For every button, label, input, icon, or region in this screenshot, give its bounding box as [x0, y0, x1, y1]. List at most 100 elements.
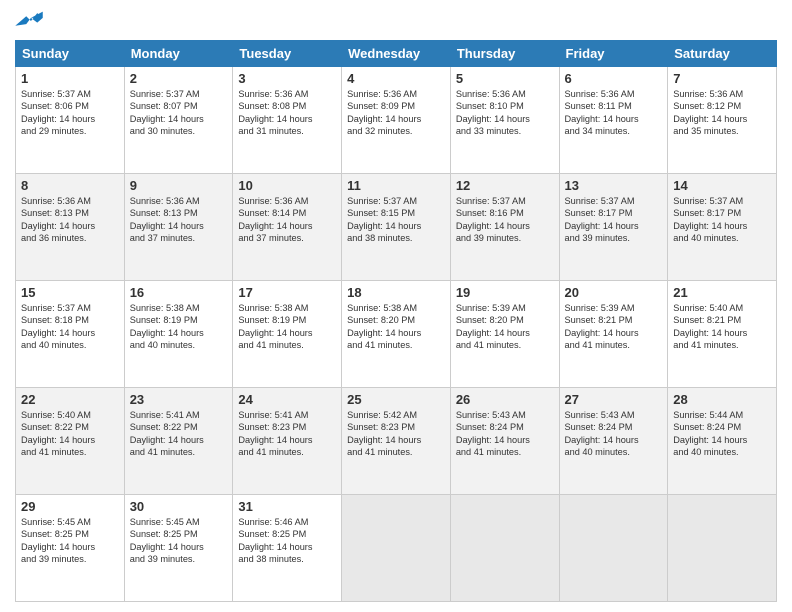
calendar-cell: 1Sunrise: 5:37 AM Sunset: 8:06 PM Daylig…	[16, 67, 125, 174]
cell-content: Sunrise: 5:42 AM Sunset: 8:23 PM Dayligh…	[347, 409, 445, 459]
calendar-cell: 5 Sunrise: 5:36 AM Sunset: 8:10 PM Daylig…	[450, 67, 559, 174]
cell-content: Sunrise: 5:41 AM Sunset: 8:22 PM Dayligh…	[130, 409, 228, 459]
day-number: 31	[238, 499, 336, 514]
day-header-sunday: Sunday	[16, 41, 125, 67]
day-number: 2	[130, 71, 228, 86]
calendar-cell	[559, 495, 668, 602]
calendar-cell: 16Sunrise: 5:38 AM Sunset: 8:19 PM Dayli…	[124, 281, 233, 388]
calendar-cell: 15 Sunrise: 5:37 AM Sunset: 8:18 PM Dayli…	[16, 281, 125, 388]
calendar-cell: 24 Sunrise: 5:41 AM Sunset: 8:23 PM Dayli…	[233, 388, 342, 495]
logo	[15, 10, 47, 32]
day-number: 19	[456, 285, 554, 300]
cell-content: Sunrise: 5:36 AM Sunset: 8:10 PM Dayligh…	[456, 88, 554, 138]
cell-content: Sunrise: 5:37 AM Sunset: 8:17 PM Dayligh…	[565, 195, 663, 245]
cell-content: Sunrise: 5:39 AM Sunset: 8:20 PM Dayligh…	[456, 302, 554, 352]
day-header-saturday: Saturday	[668, 41, 777, 67]
day-number: 18	[347, 285, 445, 300]
day-header-thursday: Thursday	[450, 41, 559, 67]
day-header-friday: Friday	[559, 41, 668, 67]
calendar-cell: 31 Sunrise: 5:46 AM Sunset: 8:25 PM Dayli…	[233, 495, 342, 602]
cell-content: Sunrise: 5:37 AM Sunset: 8:18 PM Dayligh…	[21, 302, 119, 352]
logo-icon	[15, 10, 43, 32]
cell-content: Sunrise: 5:46 AM Sunset: 8:25 PM Dayligh…	[238, 516, 336, 566]
cell-content: Sunrise: 5:37 AM Sunset: 8:06 PM Dayligh…	[21, 88, 119, 138]
calendar-cell: 23 Sunrise: 5:41 AM Sunset: 8:22 PM Dayli…	[124, 388, 233, 495]
header	[15, 10, 777, 32]
day-number: 14	[673, 178, 771, 193]
calendar-cell	[668, 495, 777, 602]
day-number: 10	[238, 178, 336, 193]
calendar-cell: 12 Sunrise: 5:37 AM Sunset: 8:16 PM Dayli…	[450, 174, 559, 281]
calendar-cell: 30 Sunrise: 5:45 AM Sunset: 8:25 PM Dayli…	[124, 495, 233, 602]
day-number: 21	[673, 285, 771, 300]
page: SundayMondayTuesdayWednesdayThursdayFrid…	[0, 0, 792, 612]
cell-content: Sunrise: 5:37 AM Sunset: 8:17 PM Dayligh…	[673, 195, 771, 245]
calendar-header-row: SundayMondayTuesdayWednesdayThursdayFrid…	[16, 41, 777, 67]
cell-content: Sunrise: 5:45 AM Sunset: 8:25 PM Dayligh…	[130, 516, 228, 566]
day-number: 28	[673, 392, 771, 407]
day-number: 4	[347, 71, 445, 86]
day-number: 5	[456, 71, 554, 86]
day-number: 26	[456, 392, 554, 407]
calendar-cell: 18 Sunrise: 5:38 AM Sunset: 8:20 PM Dayli…	[342, 281, 451, 388]
cell-content: Sunrise: 5:43 AM Sunset: 8:24 PM Dayligh…	[456, 409, 554, 459]
day-number: 6	[565, 71, 663, 86]
cell-content: Sunrise: 5:36 AM Sunset: 8:12 PM Dayligh…	[673, 88, 771, 138]
day-number: 12	[456, 178, 554, 193]
day-number: 24	[238, 392, 336, 407]
day-number: 3	[238, 71, 336, 86]
day-header-monday: Monday	[124, 41, 233, 67]
day-number: 15	[21, 285, 119, 300]
calendar-cell: 29 Sunrise: 5:45 AM Sunset: 8:25 PM Dayli…	[16, 495, 125, 602]
day-number: 29	[21, 499, 119, 514]
cell-content: Sunrise: 5:45 AM Sunset: 8:25 PM Dayligh…	[21, 516, 119, 566]
day-number: 25	[347, 392, 445, 407]
calendar-week-3: 15 Sunrise: 5:37 AM Sunset: 8:18 PM Dayli…	[16, 281, 777, 388]
calendar-body: 1Sunrise: 5:37 AM Sunset: 8:06 PM Daylig…	[16, 67, 777, 602]
day-number: 23	[130, 392, 228, 407]
day-number: 9	[130, 178, 228, 193]
cell-content: Sunrise: 5:40 AM Sunset: 8:21 PM Dayligh…	[673, 302, 771, 352]
calendar-cell: 19 Sunrise: 5:39 AM Sunset: 8:20 PM Dayli…	[450, 281, 559, 388]
calendar-cell: 4 Sunrise: 5:36 AM Sunset: 8:09 PM Daylig…	[342, 67, 451, 174]
cell-content: Sunrise: 5:36 AM Sunset: 8:13 PM Dayligh…	[21, 195, 119, 245]
day-number: 17	[238, 285, 336, 300]
cell-content: Sunrise: 5:36 AM Sunset: 8:09 PM Dayligh…	[347, 88, 445, 138]
calendar-cell: 25 Sunrise: 5:42 AM Sunset: 8:23 PM Dayli…	[342, 388, 451, 495]
calendar-cell	[450, 495, 559, 602]
calendar-cell: 21 Sunrise: 5:40 AM Sunset: 8:21 PM Dayli…	[668, 281, 777, 388]
day-number: 13	[565, 178, 663, 193]
cell-content: Sunrise: 5:38 AM Sunset: 8:19 PM Dayligh…	[238, 302, 336, 352]
cell-content: Sunrise: 5:38 AM Sunset: 8:19 PM Dayligh…	[130, 302, 228, 352]
calendar-cell: 11Sunrise: 5:37 AM Sunset: 8:15 PM Dayli…	[342, 174, 451, 281]
calendar-cell: 8Sunrise: 5:36 AM Sunset: 8:13 PM Daylig…	[16, 174, 125, 281]
calendar-cell: 14 Sunrise: 5:37 AM Sunset: 8:17 PM Dayli…	[668, 174, 777, 281]
cell-content: Sunrise: 5:39 AM Sunset: 8:21 PM Dayligh…	[565, 302, 663, 352]
calendar-cell: 2 Sunrise: 5:37 AM Sunset: 8:07 PM Daylig…	[124, 67, 233, 174]
calendar-cell: 9Sunrise: 5:36 AM Sunset: 8:13 PM Daylig…	[124, 174, 233, 281]
cell-content: Sunrise: 5:38 AM Sunset: 8:20 PM Dayligh…	[347, 302, 445, 352]
cell-content: Sunrise: 5:43 AM Sunset: 8:24 PM Dayligh…	[565, 409, 663, 459]
cell-content: Sunrise: 5:36 AM Sunset: 8:08 PM Dayligh…	[238, 88, 336, 138]
calendar-cell: 27 Sunrise: 5:43 AM Sunset: 8:24 PM Dayli…	[559, 388, 668, 495]
cell-content: Sunrise: 5:37 AM Sunset: 8:07 PM Dayligh…	[130, 88, 228, 138]
day-number: 30	[130, 499, 228, 514]
cell-content: Sunrise: 5:36 AM Sunset: 8:14 PM Dayligh…	[238, 195, 336, 245]
cell-content: Sunrise: 5:41 AM Sunset: 8:23 PM Dayligh…	[238, 409, 336, 459]
calendar-cell: 7 Sunrise: 5:36 AM Sunset: 8:12 PM Daylig…	[668, 67, 777, 174]
day-header-tuesday: Tuesday	[233, 41, 342, 67]
day-number: 27	[565, 392, 663, 407]
calendar-week-4: 22Sunrise: 5:40 AM Sunset: 8:22 PM Dayli…	[16, 388, 777, 495]
cell-content: Sunrise: 5:37 AM Sunset: 8:16 PM Dayligh…	[456, 195, 554, 245]
calendar-cell	[342, 495, 451, 602]
calendar-week-2: 8Sunrise: 5:36 AM Sunset: 8:13 PM Daylig…	[16, 174, 777, 281]
calendar-cell: 10 Sunrise: 5:36 AM Sunset: 8:14 PM Dayli…	[233, 174, 342, 281]
day-number: 7	[673, 71, 771, 86]
day-header-wednesday: Wednesday	[342, 41, 451, 67]
calendar-cell: 26 Sunrise: 5:43 AM Sunset: 8:24 PM Dayli…	[450, 388, 559, 495]
calendar-cell: 22Sunrise: 5:40 AM Sunset: 8:22 PM Dayli…	[16, 388, 125, 495]
calendar-cell: 17 Sunrise: 5:38 AM Sunset: 8:19 PM Dayli…	[233, 281, 342, 388]
day-number: 20	[565, 285, 663, 300]
calendar-cell: 20 Sunrise: 5:39 AM Sunset: 8:21 PM Dayli…	[559, 281, 668, 388]
cell-content: Sunrise: 5:36 AM Sunset: 8:11 PM Dayligh…	[565, 88, 663, 138]
